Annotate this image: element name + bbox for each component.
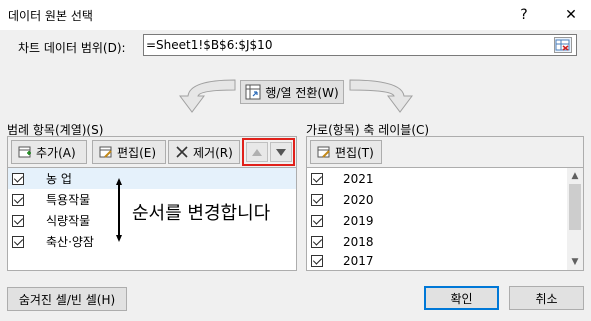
double-arrow-icon — [116, 178, 122, 242]
series-label: 특용작물 — [46, 193, 91, 207]
series-label: 식량작물 — [46, 214, 91, 228]
list-item[interactable]: 2017 — [307, 252, 567, 270]
edit-series-button[interactable]: 편집(E) — [92, 140, 166, 164]
edit-axis-button[interactable]: 편집(T) — [310, 140, 382, 164]
range-picker-icon[interactable] — [554, 37, 572, 53]
scroll-thumb[interactable] — [569, 184, 581, 230]
checkbox[interactable] — [311, 172, 323, 185]
hidden-empty-cells-button[interactable]: 숨겨진 셀/빈 셀(H) — [7, 287, 127, 311]
checkbox[interactable] — [311, 235, 323, 248]
checkbox[interactable] — [12, 193, 24, 206]
dialog-title: 데이터 원본 선택 — [8, 9, 93, 23]
scroll-up-icon[interactable]: ▲ — [567, 168, 583, 184]
edit-axis-label: 편집(T) — [335, 145, 374, 160]
edit-icon — [317, 146, 330, 158]
series-label: 농 업 — [46, 172, 72, 186]
cancel-button[interactable]: 취소 — [509, 286, 584, 310]
triangle-up-icon — [252, 148, 262, 156]
axis-label: 2020 — [343, 192, 374, 207]
ok-label: 확인 — [450, 291, 473, 306]
list-item[interactable]: 2019 — [307, 210, 567, 231]
add-series-label: 추가(A) — [36, 145, 76, 160]
axis-label: 2017 — [343, 254, 374, 268]
edit-series-label: 편집(E) — [117, 145, 157, 160]
axis-labels-list[interactable]: 2021 2020 2019 2018 2017 ▲ ▼ — [306, 167, 584, 271]
list-item[interactable]: 농 업 — [8, 168, 296, 189]
switch-icon — [245, 84, 261, 100]
move-down-button[interactable] — [270, 142, 292, 162]
chart-range-input[interactable]: =Sheet1!$B$6:$J$10 — [143, 34, 577, 56]
list-item[interactable]: 2018 — [307, 231, 567, 252]
list-item[interactable]: 축산·양잠 — [8, 231, 296, 252]
remove-x-icon — [176, 146, 188, 158]
series-label: 축산·양잠 — [46, 235, 94, 249]
remove-series-label: 제거(R) — [193, 145, 233, 160]
annotation-text: 순서를 변경합니다 — [132, 203, 271, 224]
list-item[interactable]: 2021 — [307, 168, 567, 189]
chart-range-label: 차트 데이터 범위(D): — [18, 41, 126, 55]
checkbox[interactable] — [311, 193, 323, 206]
checkbox[interactable] — [12, 235, 24, 248]
checkbox[interactable] — [311, 255, 323, 267]
axis-toolbar: 편집(T) — [306, 136, 584, 168]
add-series-button[interactable]: 추가(A) — [11, 140, 87, 164]
title-bar: 데이터 원본 선택 ? ✕ — [0, 0, 591, 30]
switch-row-column-button[interactable]: 행/열 전환(W) — [240, 80, 344, 104]
axis-label: 2021 — [343, 171, 374, 186]
help-button[interactable]: ? — [509, 4, 539, 26]
checkbox[interactable] — [311, 214, 323, 227]
scrollbar[interactable]: ▲ ▼ — [567, 168, 583, 270]
axis-label: 2018 — [343, 234, 374, 249]
list-item[interactable]: 2020 — [307, 189, 567, 210]
chart-range-value: =Sheet1!$B$6:$J$10 — [146, 38, 273, 52]
move-up-button[interactable] — [246, 142, 268, 162]
axis-label: 2019 — [343, 213, 374, 228]
cancel-label: 취소 — [535, 291, 558, 306]
hidden-cells-label: 숨겨진 셀/빈 셀(H) — [18, 292, 116, 307]
triangle-down-icon — [276, 148, 286, 156]
ok-button[interactable]: 확인 — [424, 286, 499, 310]
checkbox[interactable] — [12, 172, 24, 185]
reorder-highlight-box — [242, 138, 295, 166]
scroll-down-icon[interactable]: ▼ — [567, 254, 583, 270]
legend-toolbar: 추가(A) 편집(E) 제거(R) — [7, 136, 297, 168]
add-icon — [18, 146, 31, 158]
switch-label: 행/열 전환(W) — [265, 85, 339, 100]
edit-icon — [99, 146, 112, 158]
close-button[interactable]: ✕ — [556, 4, 586, 26]
checkbox[interactable] — [12, 214, 24, 227]
remove-series-button[interactable]: 제거(R) — [168, 140, 240, 164]
